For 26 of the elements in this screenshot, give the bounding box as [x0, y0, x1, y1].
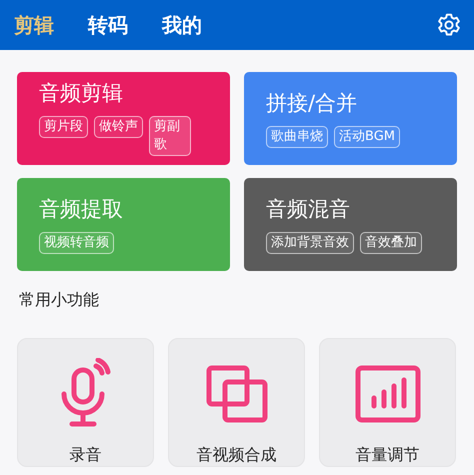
- tool-button[interactable]: 音视频合成: [168, 338, 305, 467]
- tag-button[interactable]: 视频转音频: [39, 232, 114, 254]
- feature-card[interactable]: 音频剪辑 剪片段 做铃声 剪副歌: [17, 72, 230, 165]
- tool-button[interactable]: 录音: [17, 338, 154, 467]
- tag-button[interactable]: 活动BGM: [334, 126, 400, 148]
- section-title: 常用小功能: [19, 289, 99, 311]
- tool-button[interactable]: 音量调节: [319, 338, 456, 467]
- card-title: 音频混音: [266, 196, 350, 223]
- card-title: 音频剪辑: [39, 80, 123, 107]
- overlapping-squares-icon: [206, 365, 268, 423]
- tab[interactable]: 剪辑: [14, 12, 54, 38]
- feature-card[interactable]: 音频混音 添加背景音效 音效叠加: [244, 178, 457, 271]
- tab[interactable]: 转码: [88, 12, 128, 38]
- tab[interactable]: 我的: [162, 12, 202, 38]
- card-title: 拼接/合并: [266, 90, 358, 117]
- card-title: 音频提取: [39, 196, 123, 223]
- tag-button[interactable]: 歌曲串烧: [266, 126, 328, 148]
- tag-button[interactable]: 做铃声: [94, 116, 143, 138]
- volume-bars-icon: [354, 365, 420, 423]
- tag-button[interactable]: 剪副歌: [149, 116, 191, 156]
- tag-button[interactable]: 添加背景音效: [266, 232, 354, 254]
- settings-icon[interactable]: [436, 12, 462, 38]
- tag-button[interactable]: 剪片段: [39, 116, 88, 138]
- tag-button[interactable]: 音效叠加: [360, 232, 422, 254]
- feature-card[interactable]: 拼接/合并 歌曲串烧 活动BGM: [244, 72, 457, 165]
- feature-card[interactable]: 音频提取 视频转音频: [17, 178, 230, 271]
